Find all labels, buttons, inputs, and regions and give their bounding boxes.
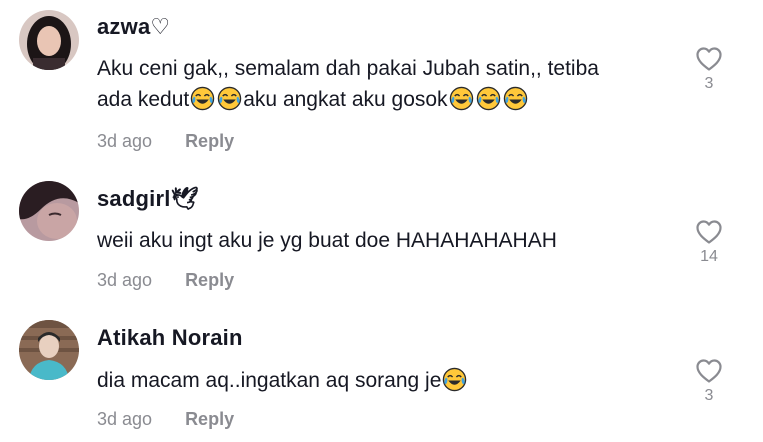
comment-text: dia macam aq..ingatkan aq sorang je bbox=[97, 365, 657, 396]
reply-button[interactable]: Reply bbox=[185, 270, 234, 290]
like-button[interactable]: 3 bbox=[694, 46, 724, 93]
comment-username[interactable]: azwa♡ bbox=[97, 14, 170, 40]
face-with-tears-of-joy-icon bbox=[503, 86, 528, 111]
comment-timestamp: 3d ago bbox=[97, 131, 153, 151]
comment-text-line2a: ada kedut bbox=[97, 88, 190, 111]
like-button[interactable]: 14 bbox=[694, 219, 724, 266]
comment-meta: 3d ago Reply bbox=[97, 409, 234, 430]
avatar-image bbox=[19, 181, 79, 241]
comment-meta: 3d ago Reply bbox=[97, 131, 234, 152]
comment-text: Aku ceni gak,, semalam dah pakai Jubah s… bbox=[97, 53, 657, 115]
face-with-tears-of-joy-icon bbox=[476, 86, 501, 111]
comment-text-line1: Aku ceni gak,, semalam dah pakai Jubah s… bbox=[97, 57, 599, 80]
avatar-image bbox=[19, 10, 79, 70]
face-with-tears-of-joy-icon bbox=[217, 86, 242, 111]
like-count: 3 bbox=[704, 387, 714, 404]
avatar[interactable] bbox=[19, 181, 79, 241]
comment-username[interactable]: Atikah Norain bbox=[97, 325, 243, 351]
comment-text: weii aku ingt aku je yg buat doe HAHAHAH… bbox=[97, 229, 557, 252]
like-button[interactable]: 3 bbox=[694, 358, 724, 405]
comment-meta: 3d ago Reply bbox=[97, 270, 234, 291]
comment-timestamp: 3d ago bbox=[97, 409, 153, 429]
comment-text-body: dia macam aq..ingatkan aq sorang je bbox=[97, 369, 442, 392]
comment-text-line2b: aku angkat aku gosok bbox=[243, 88, 448, 111]
like-count: 14 bbox=[700, 248, 718, 265]
heart-outline-icon bbox=[696, 359, 722, 383]
reply-button[interactable]: Reply bbox=[185, 131, 234, 151]
comment-item: Atikah Norain dia macam aq..ingatkan aq … bbox=[0, 304, 763, 442]
comment-item: sadgirl🕊 weii aku ingt aku je yg buat do… bbox=[0, 165, 763, 304]
heart-outline-icon bbox=[696, 220, 722, 244]
face-with-tears-of-joy-icon bbox=[449, 86, 474, 111]
avatar[interactable] bbox=[19, 320, 79, 380]
like-count: 3 bbox=[704, 75, 714, 92]
reply-button[interactable]: Reply bbox=[185, 409, 234, 429]
face-with-tears-of-joy-icon bbox=[190, 86, 215, 111]
comment-username[interactable]: sadgirl🕊 bbox=[97, 186, 199, 212]
avatar[interactable] bbox=[19, 10, 79, 70]
comment-timestamp: 3d ago bbox=[97, 270, 153, 290]
heart-outline-icon bbox=[696, 47, 722, 71]
avatar-image bbox=[19, 320, 79, 380]
comment-item: azwa♡ Aku ceni gak,, semalam dah pakai J… bbox=[0, 0, 763, 165]
face-with-tears-of-joy-icon bbox=[442, 367, 467, 392]
